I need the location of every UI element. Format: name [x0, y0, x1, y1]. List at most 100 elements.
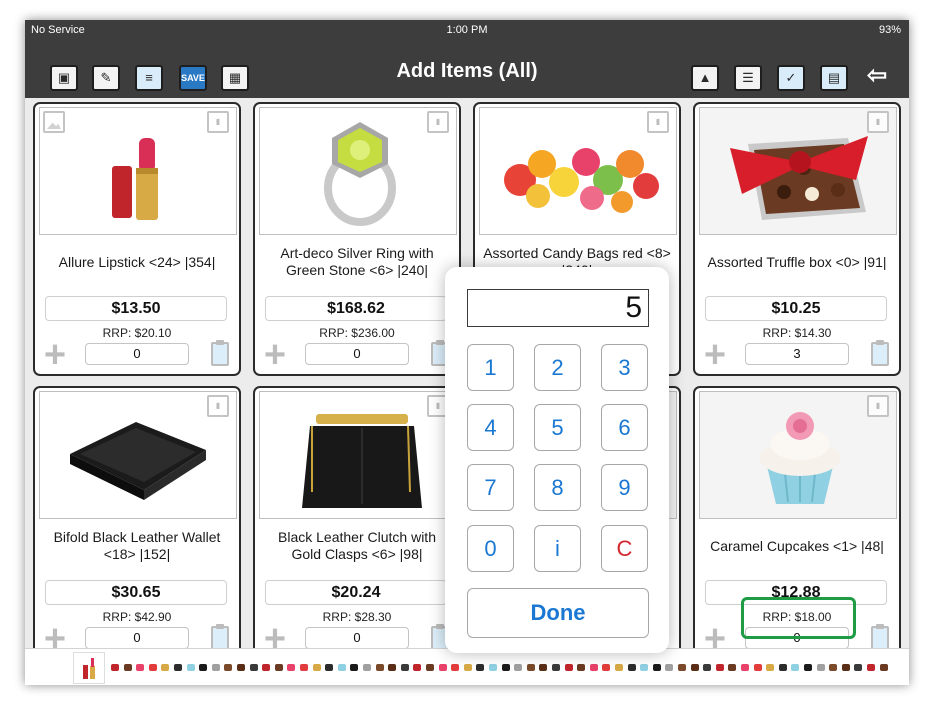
product-thumbnail[interactable] [665, 664, 674, 671]
clipboard-icon[interactable] [211, 624, 229, 650]
product-thumbnail[interactable] [136, 664, 145, 671]
product-thumbnail[interactable] [615, 664, 623, 671]
add-plus-icon[interactable]: + [701, 336, 729, 374]
product-thumbnail[interactable] [652, 664, 661, 671]
product-thumbnail[interactable] [262, 664, 271, 671]
image-view-icon[interactable]: ▲ [691, 65, 719, 91]
product-thumbnail[interactable] [854, 664, 863, 671]
done-button[interactable]: Done [467, 588, 649, 638]
product-thumbnail[interactable] [237, 664, 245, 671]
product-thumbnail[interactable] [274, 664, 283, 671]
product-thumbnail[interactable] [123, 664, 132, 671]
inventory-box-icon[interactable]: ▮ [867, 111, 889, 133]
product-thumbnail[interactable] [703, 664, 712, 671]
product-thumbnail[interactable] [753, 664, 762, 671]
product-thumbnail[interactable] [174, 664, 182, 671]
product-thumbnail[interactable] [388, 664, 397, 671]
product-thumbnail[interactable] [829, 664, 838, 671]
product-thumbnail[interactable] [148, 664, 157, 671]
key-5[interactable]: 5 [534, 404, 581, 451]
info-key[interactable]: i [534, 525, 581, 572]
quantity-field[interactable]: 0 [85, 627, 189, 649]
product-card[interactable]: ▮ Allure Lipstick <24> |354| $13.50 RRP:… [33, 102, 241, 376]
quantity-field[interactable]: 3 [745, 343, 849, 365]
product-thumbnail[interactable] [161, 664, 170, 671]
save-document-icon[interactable]: SAVE [179, 65, 207, 91]
product-thumbnail[interactable] [186, 664, 195, 671]
key-3[interactable]: 3 [601, 344, 648, 391]
product-thumbnail[interactable] [224, 664, 233, 671]
product-thumbnail[interactable] [879, 664, 888, 671]
product-thumbnail[interactable] [363, 664, 371, 671]
key-4[interactable]: 4 [467, 404, 514, 451]
key-8[interactable]: 8 [534, 464, 581, 511]
document-check-icon[interactable]: ✓ [777, 65, 805, 91]
add-plus-icon[interactable]: + [261, 336, 289, 374]
clipboard-icon[interactable] [211, 340, 229, 366]
product-thumbnail[interactable] [337, 664, 346, 671]
inventory-box-icon[interactable]: ▮ [427, 111, 449, 133]
product-thumbnail[interactable] [791, 664, 800, 671]
inventory-box-icon[interactable]: ▮ [647, 111, 669, 133]
product-thumbnail[interactable] [476, 664, 485, 671]
selected-thumbnail[interactable] [73, 652, 105, 684]
product-thumbnail[interactable] [678, 664, 686, 671]
product-thumbnail[interactable] [816, 664, 825, 671]
product-thumbnail[interactable] [287, 664, 296, 671]
product-thumbnail[interactable] [804, 664, 812, 671]
product-thumbnail[interactable] [451, 664, 460, 671]
product-thumbnail[interactable] [400, 664, 409, 671]
product-card[interactable]: ▮ Art-deco Silver Ring with Green Stone … [253, 102, 461, 376]
product-card[interactable]: ▮ Assorted Truffle box <0> |91| $10.25 R… [693, 102, 901, 376]
product-thumbnail[interactable] [867, 664, 875, 671]
clipboard-icon[interactable] [871, 340, 889, 366]
product-thumbnail[interactable] [627, 664, 636, 671]
product-thumbnail[interactable] [325, 664, 334, 671]
product-thumbnail[interactable] [526, 664, 535, 671]
product-thumbnail[interactable] [350, 664, 359, 671]
product-thumbnail[interactable] [312, 664, 321, 671]
product-card[interactable]: ▮ Bifold Black Leather Wallet <18> |152|… [33, 386, 241, 660]
product-thumbnail[interactable] [539, 664, 548, 671]
thumbnail-list[interactable] [111, 660, 901, 676]
product-thumbnail[interactable] [552, 664, 560, 671]
add-plus-icon[interactable]: + [41, 336, 69, 374]
product-thumbnail[interactable] [690, 664, 699, 671]
image-placeholder-icon[interactable] [43, 111, 65, 133]
product-thumbnail[interactable] [199, 664, 208, 671]
product-thumbnail[interactable] [741, 664, 749, 671]
product-card[interactable]: ▮ Black Leather Clutch with Gold Clasps … [253, 386, 461, 660]
product-thumbnail[interactable] [438, 664, 447, 671]
product-thumbnail[interactable] [577, 664, 586, 671]
inventory-box-icon[interactable]: ▣ [50, 65, 78, 91]
product-thumbnail[interactable] [489, 664, 497, 671]
quantity-field[interactable]: 0 [85, 343, 189, 365]
product-thumbnail[interactable] [728, 664, 737, 671]
product-thumbnail[interactable] [249, 664, 258, 671]
clipboard-icon[interactable]: ▤ [820, 65, 848, 91]
clear-key[interactable]: C [601, 525, 648, 572]
key-7[interactable]: 7 [467, 464, 514, 511]
product-thumbnail[interactable] [463, 664, 472, 671]
notes-icon[interactable]: ✎ [92, 65, 120, 91]
product-thumbnail[interactable] [211, 664, 220, 671]
product-thumbnail[interactable] [413, 664, 422, 671]
inventory-box-icon[interactable]: ▮ [867, 395, 889, 417]
quantity-field[interactable]: 0 [305, 627, 409, 649]
key-6[interactable]: 6 [601, 404, 648, 451]
back-arrow-icon[interactable]: ⇦ [863, 64, 891, 91]
key-1[interactable]: 1 [467, 344, 514, 391]
inventory-box-icon[interactable]: ▮ [207, 111, 229, 133]
product-thumbnail[interactable] [715, 664, 724, 671]
product-thumbnail[interactable] [564, 664, 573, 671]
product-thumbnail[interactable] [766, 664, 775, 671]
product-thumbnail[interactable] [426, 664, 434, 671]
key-9[interactable]: 9 [601, 464, 648, 511]
product-thumbnail[interactable] [640, 664, 649, 671]
product-thumbnail-strip[interactable] [25, 648, 909, 685]
key-2[interactable]: 2 [534, 344, 581, 391]
product-thumbnail[interactable] [501, 664, 510, 671]
product-thumbnail[interactable] [589, 664, 598, 671]
quantity-field[interactable]: 0 [305, 343, 409, 365]
product-thumbnail[interactable] [602, 664, 611, 671]
